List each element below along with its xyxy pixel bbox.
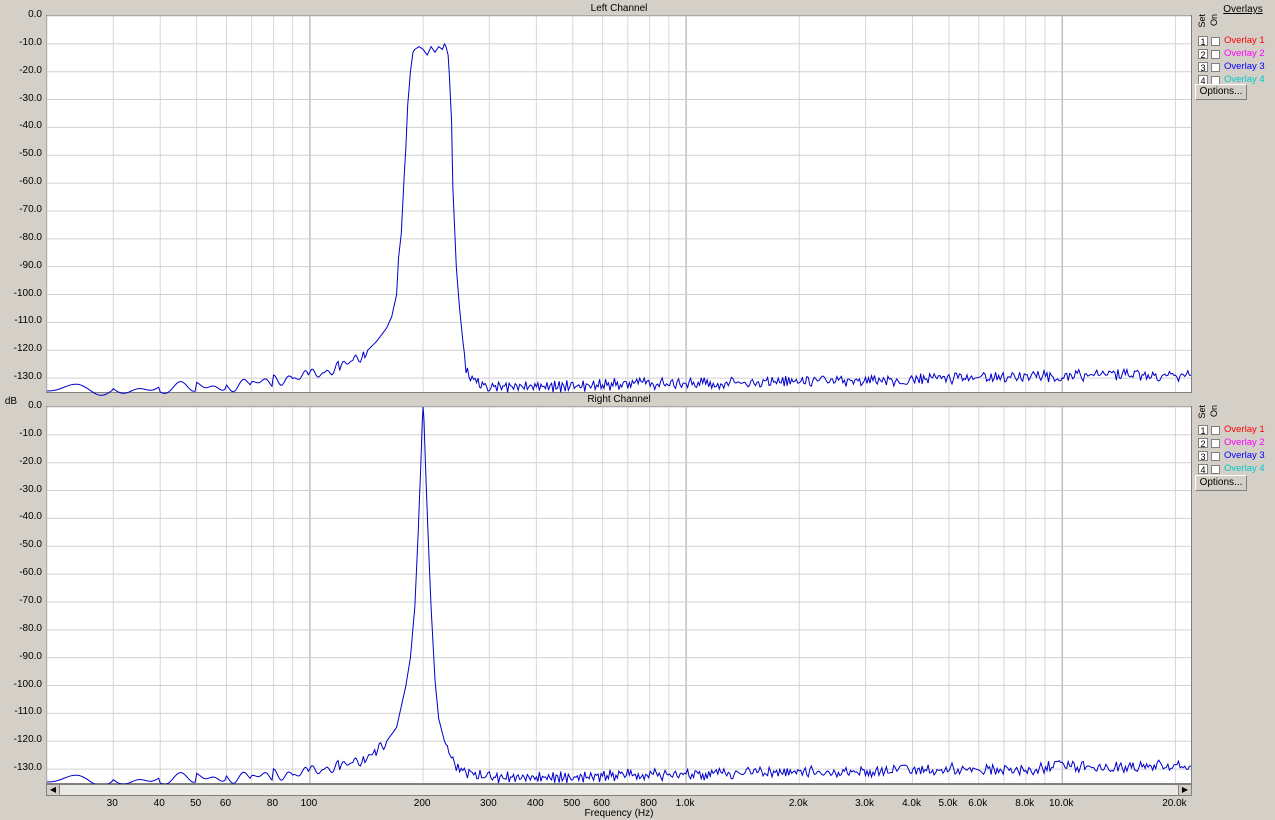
y-tick-label: -130.0 bbox=[13, 762, 42, 774]
overlays-heading: Overlays bbox=[1223, 4, 1263, 15]
right-y-tick-labels: 0.0 -10.0 -20.0 -30.0 -40.0 -50.0 -60.0 -70.0 -8… bbox=[0, 400, 44, 784]
right-channel-chart bbox=[46, 406, 1191, 787]
overlay-set-button[interactable]: 3 bbox=[1198, 62, 1208, 73]
left-channel-title: Left Channel bbox=[590, 3, 648, 14]
left-overlays-panel: Overlays Set On 1 Overlay 1 2 Overlay 2 3 Ove… bbox=[1195, 4, 1273, 104]
overlay-row: 3 Overlay 3 bbox=[1198, 451, 1272, 463]
y-tick-label: -30.0 bbox=[19, 483, 42, 495]
y-tick-label: -80.0 bbox=[19, 622, 42, 634]
horizontal-scrollbar[interactable]: ◀ ▶ bbox=[46, 784, 1192, 796]
overlay-name: Overlay 3 bbox=[1224, 450, 1265, 461]
overlay-on-checkbox[interactable] bbox=[1211, 426, 1220, 435]
overlay-row: 1 Overlay 1 bbox=[1198, 425, 1272, 437]
y-tick-label: -50.0 bbox=[19, 539, 42, 551]
scroll-right-arrow-icon[interactable]: ▶ bbox=[1178, 785, 1191, 795]
options-button[interactable]: Options... bbox=[1195, 84, 1247, 100]
y-tick-label: -120.0 bbox=[13, 734, 42, 746]
y-tick-label: -70.0 bbox=[19, 203, 42, 215]
y-tick-label: -20.0 bbox=[19, 455, 42, 467]
overlay-on-checkbox[interactable] bbox=[1211, 465, 1220, 474]
overlay-on-checkbox[interactable] bbox=[1211, 452, 1220, 461]
overlay-row: 2 Overlay 2 bbox=[1198, 438, 1272, 450]
set-column-label: Set bbox=[1197, 405, 1207, 419]
y-tick-label: -110.0 bbox=[14, 706, 42, 718]
overlay-name: Overlay 3 bbox=[1224, 61, 1265, 72]
y-tick-label: -30.0 bbox=[19, 92, 42, 104]
y-tick-label: -80.0 bbox=[19, 231, 42, 243]
y-tick-label: -100.0 bbox=[13, 678, 42, 690]
left-channel-plot[interactable] bbox=[46, 15, 1192, 396]
y-tick-label: -40.0 bbox=[19, 511, 42, 523]
y-tick-label: -60.0 bbox=[19, 567, 42, 579]
overlay-on-checkbox[interactable] bbox=[1211, 50, 1220, 59]
y-tick-label: -60.0 bbox=[19, 176, 42, 188]
x-axis-title: Frequency (Hz) bbox=[584, 808, 654, 819]
set-column-label: Set bbox=[1197, 14, 1207, 28]
y-tick-label: 0.0 bbox=[28, 400, 42, 411]
scroll-left-arrow-icon[interactable]: ◀ bbox=[47, 785, 60, 795]
overlay-name: Overlay 4 bbox=[1224, 463, 1265, 474]
y-tick-label: -120.0 bbox=[13, 343, 42, 355]
on-column-label: On bbox=[1209, 14, 1219, 27]
overlay-name: Overlay 1 bbox=[1224, 35, 1265, 46]
y-tick-label: -20.0 bbox=[19, 64, 42, 76]
y-tick-label: -70.0 bbox=[19, 594, 42, 606]
y-tick-label: -110.0 bbox=[14, 315, 42, 327]
overlay-name: Overlay 1 bbox=[1224, 424, 1265, 435]
right-channel-plot[interactable] bbox=[46, 406, 1192, 787]
options-button[interactable]: Options... bbox=[1195, 475, 1247, 491]
y-tick-label: -40.0 bbox=[19, 120, 42, 132]
y-tick-label: -90.0 bbox=[19, 650, 42, 662]
overlay-set-button[interactable]: 4 bbox=[1198, 464, 1208, 475]
overlay-set-button[interactable]: 3 bbox=[1198, 451, 1208, 462]
on-column-label: On bbox=[1209, 405, 1219, 418]
overlay-name: Overlay 2 bbox=[1224, 48, 1265, 59]
y-tick-label: -100.0 bbox=[13, 287, 42, 299]
overlay-set-button[interactable]: 1 bbox=[1198, 36, 1208, 47]
overlay-row: 1 Overlay 1 bbox=[1198, 36, 1272, 48]
y-tick-label: 0.0 bbox=[28, 9, 42, 20]
y-tick-label: -130.0 bbox=[13, 371, 42, 383]
y-tick-label: -10.0 bbox=[19, 427, 42, 439]
right-overlays-panel: Set On 1 Overlay 1 2 Overlay 2 3 Overlay 3 4 Ov… bbox=[1195, 404, 1273, 504]
overlay-on-checkbox[interactable] bbox=[1211, 37, 1220, 46]
overlay-on-checkbox[interactable] bbox=[1211, 63, 1220, 72]
y-tick-label: -10.0 bbox=[19, 36, 42, 48]
y-tick-label: -50.0 bbox=[19, 148, 42, 160]
spectrum-series-line bbox=[47, 42, 1191, 396]
overlay-set-button[interactable]: 2 bbox=[1198, 49, 1208, 60]
overlay-row: 3 Overlay 3 bbox=[1198, 62, 1272, 74]
overlay-on-checkbox[interactable] bbox=[1211, 439, 1220, 448]
right-channel-title: Right Channel bbox=[587, 394, 651, 405]
left-y-tick-labels: 0.0 -10.0 -20.0 -30.0 -40.0 -50.0 -60.0 -70.0 -8… bbox=[0, 9, 44, 393]
y-tick-label: -90.0 bbox=[19, 259, 42, 271]
spectrum-series-line bbox=[47, 406, 1191, 787]
overlay-row: 2 Overlay 2 bbox=[1198, 49, 1272, 61]
overlay-name: Overlay 2 bbox=[1224, 437, 1265, 448]
overlay-set-button[interactable]: 1 bbox=[1198, 425, 1208, 436]
left-channel-chart bbox=[46, 15, 1191, 396]
overlay-set-button[interactable]: 2 bbox=[1198, 438, 1208, 449]
